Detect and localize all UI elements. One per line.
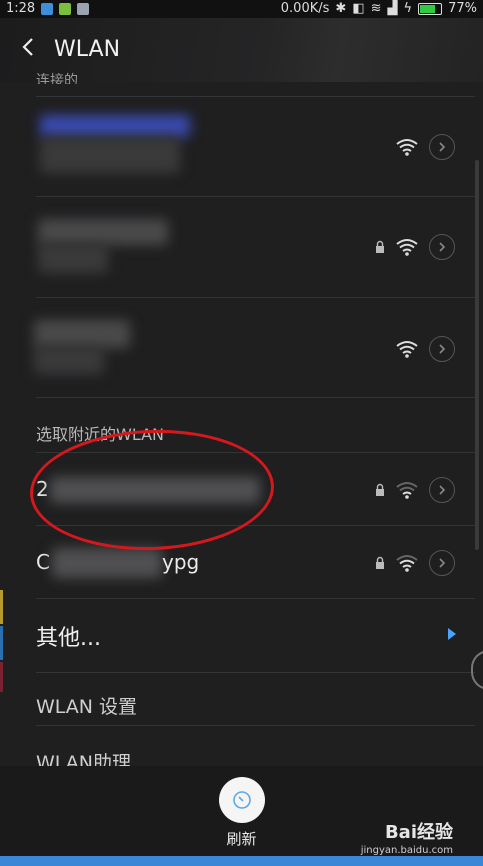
wlan-settings-item[interactable]: WLAN 设置 xyxy=(36,692,137,719)
network-detail-button[interactable] xyxy=(429,550,455,576)
edge-strip xyxy=(0,662,3,692)
edge-strip xyxy=(0,626,3,660)
lock-icon xyxy=(376,240,384,253)
section-label-connected: 连接的 xyxy=(36,73,78,84)
status-time: 1:28 xyxy=(6,1,36,16)
battery-percent: 77% xyxy=(448,1,477,16)
lock-icon xyxy=(376,483,384,496)
scrollbar[interactable] xyxy=(475,160,479,550)
wifi-weak-icon xyxy=(396,555,418,572)
wifi-strength-icon xyxy=(396,139,418,156)
blurred-network-name xyxy=(38,219,168,245)
notification-app-icon xyxy=(41,2,54,15)
blurred-network-name xyxy=(52,548,162,578)
charging-icon: ϟ xyxy=(403,1,413,16)
wifi-strength-icon xyxy=(396,341,418,358)
edge-strip xyxy=(0,590,3,624)
bluetooth-icon: ✱ xyxy=(335,1,347,16)
saved-network-row-2[interactable] xyxy=(0,197,483,295)
vibrate-icon: ◧ xyxy=(352,1,365,16)
chevron-right-icon xyxy=(439,485,446,495)
triangle-right-icon xyxy=(448,628,456,640)
back-arrow-icon xyxy=(22,38,33,56)
chevron-right-icon xyxy=(439,344,446,354)
wlan-assistant-item[interactable]: WLAN助理 xyxy=(36,748,131,766)
network-name-suffix: ypg xyxy=(162,550,200,574)
chevron-right-icon xyxy=(439,558,446,568)
edge-drag-handle[interactable] xyxy=(471,650,483,690)
bottom-accent-strip xyxy=(0,856,483,866)
blurred-network-status xyxy=(34,346,104,374)
chevron-right-icon xyxy=(439,242,446,252)
status-bar: 1:28 0.00K/s ✱ ◧ ≋ ▟ ϟ 77% xyxy=(0,0,483,18)
android-icon xyxy=(59,2,72,15)
lock-icon xyxy=(376,556,384,569)
network-detail-button[interactable] xyxy=(429,477,455,503)
blurred-network-status xyxy=(40,137,180,173)
divider xyxy=(36,397,475,398)
signal-icon: ▟ xyxy=(387,1,398,16)
blurred-network-status xyxy=(38,243,108,273)
row-controls xyxy=(395,336,455,362)
wifi-weak-icon xyxy=(396,482,418,499)
wifi-strength-icon xyxy=(396,239,418,256)
wifi-status-icon: ≋ xyxy=(370,1,382,16)
back-button[interactable] xyxy=(16,32,42,62)
status-speed: 0.00K/s xyxy=(280,1,330,16)
blurred-network-name xyxy=(34,320,130,348)
network-detail-button[interactable] xyxy=(429,234,455,260)
notification-icon xyxy=(77,2,90,15)
blurred-network-name xyxy=(40,115,190,137)
network-detail-button[interactable] xyxy=(429,134,455,160)
chevron-right-icon xyxy=(439,142,446,152)
divider xyxy=(36,672,475,673)
watermark-logo: Bai经验 xyxy=(384,822,453,843)
other-networks-item[interactable]: 其他... xyxy=(36,620,101,652)
saved-network-row-1[interactable] xyxy=(0,97,483,195)
watermark-url: jingyan.baidu.com xyxy=(360,845,453,856)
row-controls xyxy=(395,134,455,160)
divider xyxy=(36,725,475,726)
divider xyxy=(36,598,475,599)
saved-network-row-3[interactable] xyxy=(0,298,483,396)
row-controls xyxy=(375,234,455,260)
battery-icon xyxy=(418,2,443,15)
network-detail-button[interactable] xyxy=(429,336,455,362)
refresh-icon xyxy=(233,791,251,809)
status-left: 1:28 xyxy=(6,1,90,16)
network-name-prefix: C xyxy=(36,550,50,574)
page-title: WLAN xyxy=(54,37,121,62)
refresh-button[interactable] xyxy=(219,777,265,823)
row-controls xyxy=(375,550,455,576)
row-controls xyxy=(375,477,455,503)
status-right: 0.00K/s ✱ ◧ ≋ ▟ ϟ 77% xyxy=(281,1,477,16)
